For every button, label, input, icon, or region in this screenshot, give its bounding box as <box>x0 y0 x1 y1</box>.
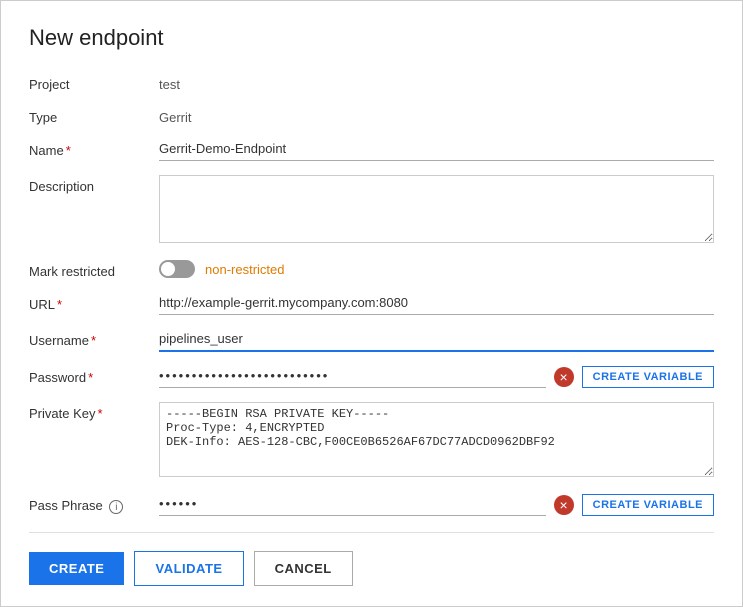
url-label: URL* <box>29 293 159 312</box>
cancel-button[interactable]: CANCEL <box>254 551 353 586</box>
password-row: Password* CREATE VARIABLE <box>29 366 714 388</box>
type-row: Type Gerrit <box>29 106 714 125</box>
private-key-input[interactable]: -----BEGIN RSA PRIVATE KEY----- Proc-Typ… <box>159 402 714 477</box>
description-row: Description <box>29 175 714 246</box>
dialog-title: New endpoint <box>29 25 714 51</box>
private-key-row: Private Key* -----BEGIN RSA PRIVATE KEY-… <box>29 402 714 480</box>
description-input[interactable] <box>159 175 714 243</box>
project-value: test <box>159 73 714 92</box>
username-row: Username* <box>29 329 714 352</box>
footer-buttons: CREATE VALIDATE CANCEL <box>29 551 714 586</box>
mark-restricted-value: non-restricted <box>159 260 714 278</box>
url-row: URL* <box>29 293 714 315</box>
project-label: Project <box>29 73 159 92</box>
username-input[interactable] <box>159 329 714 352</box>
name-field-container <box>159 139 714 161</box>
url-input[interactable] <box>159 293 714 315</box>
mark-restricted-label: Mark restricted <box>29 260 159 279</box>
project-row: Project test <box>29 73 714 92</box>
password-label: Password* <box>29 366 159 385</box>
description-label: Description <box>29 175 159 194</box>
pass-phrase-create-variable-button[interactable]: CREATE VARIABLE <box>582 494 714 516</box>
name-row: Name* <box>29 139 714 161</box>
private-key-label: Private Key* <box>29 402 159 421</box>
pass-phrase-field-container: CREATE VARIABLE <box>159 494 714 516</box>
password-field-container: CREATE VARIABLE <box>159 366 714 388</box>
password-input[interactable] <box>159 366 546 388</box>
description-field-container <box>159 175 714 246</box>
pass-phrase-label: Pass Phrase i <box>29 494 159 514</box>
toggle-status-label: non-restricted <box>205 262 284 277</box>
type-value: Gerrit <box>159 106 714 125</box>
type-label: Type <box>29 106 159 125</box>
url-field-container <box>159 293 714 315</box>
mark-restricted-row: Mark restricted non-restricted <box>29 260 714 279</box>
name-input[interactable] <box>159 139 714 161</box>
username-field-container <box>159 329 714 352</box>
mark-restricted-toggle[interactable] <box>159 260 195 278</box>
pass-phrase-input[interactable] <box>159 494 546 516</box>
pass-phrase-info-icon[interactable]: i <box>109 500 123 514</box>
private-key-field-container: -----BEGIN RSA PRIVATE KEY----- Proc-Typ… <box>159 402 714 480</box>
pass-phrase-clear-button[interactable] <box>554 495 574 515</box>
footer-divider <box>29 532 714 533</box>
validate-button[interactable]: VALIDATE <box>134 551 243 586</box>
password-clear-button[interactable] <box>554 367 574 387</box>
name-label: Name* <box>29 139 159 158</box>
pass-phrase-row: Pass Phrase i CREATE VARIABLE <box>29 494 714 516</box>
create-button[interactable]: CREATE <box>29 552 124 585</box>
new-endpoint-dialog: New endpoint Project test Type Gerrit Na… <box>0 0 743 607</box>
username-label: Username* <box>29 329 159 348</box>
password-create-variable-button[interactable]: CREATE VARIABLE <box>582 366 714 388</box>
